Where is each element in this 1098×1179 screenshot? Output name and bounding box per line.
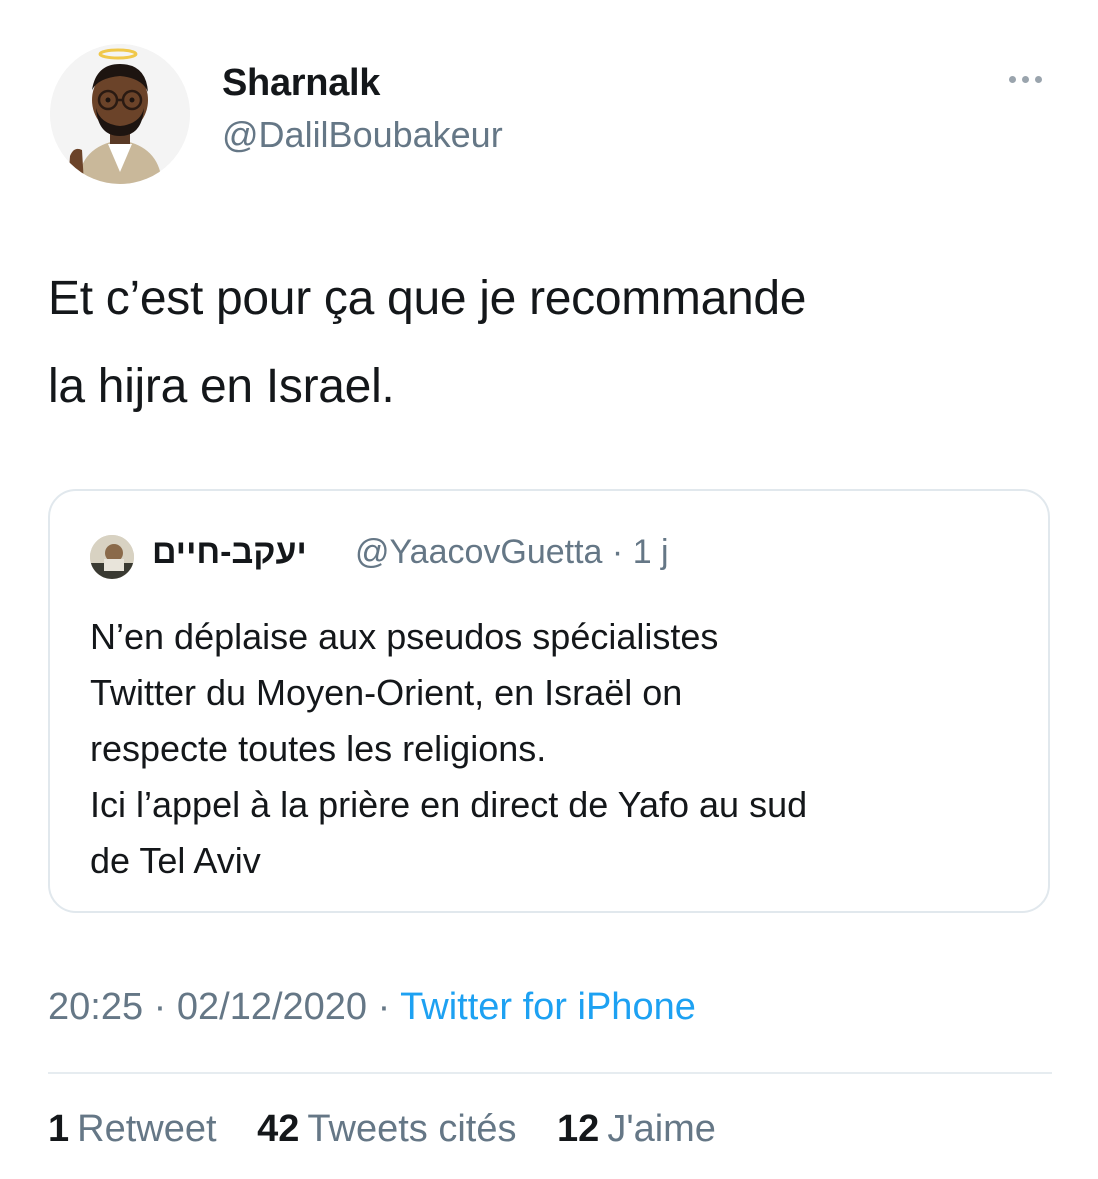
quoted-author-name[interactable]: יעקב-חיים (152, 533, 307, 572)
retweet-count: 1 (48, 1108, 70, 1150)
author-name[interactable]: Sharnalk (222, 62, 380, 105)
meta-separator: · (611, 533, 624, 571)
tweet-stats: 1 Retweet 42 Tweets cités 12 J'aime (48, 1108, 746, 1151)
dot (1008, 75, 1016, 83)
meta-separator: · (153, 986, 167, 1028)
quoted-tweet-text: N’en déplaise aux pseudos spécialistes T… (90, 616, 808, 881)
tweet-text: Et c’est pour ça que je recommande la hi… (48, 272, 807, 413)
retweets-stat[interactable]: 1 Retweet (48, 1108, 217, 1151)
dot (1034, 75, 1042, 83)
tweet-date[interactable]: 02/12/2020 (177, 986, 367, 1028)
quoted-meta: @YaacovGuetta · 1 j (355, 533, 669, 572)
meta-separator: · (377, 986, 391, 1028)
like-count: 12 (557, 1108, 600, 1150)
quoted-tweet-age: 1 j (632, 533, 669, 571)
quoted-tweet[interactable]: יעקב-חיים @YaacovGuetta · 1 j N’en dépla… (48, 489, 1050, 913)
quote-tweet-count: 42 (257, 1108, 300, 1150)
author-avatar[interactable] (50, 44, 190, 184)
tweet-card: Sharnalk @DalilBoubakeur Et c’est pour ç… (0, 0, 1098, 1179)
more-dots-icon[interactable] (996, 64, 1054, 94)
tweet-time[interactable]: 20:25 (48, 986, 143, 1028)
dot (1021, 75, 1029, 83)
tweet-source-link[interactable]: Twitter for iPhone (400, 986, 696, 1028)
divider (48, 1072, 1052, 1074)
quote-tweets-stat[interactable]: 42 Tweets cités (257, 1108, 516, 1151)
quote-tweet-label: Tweets cités (307, 1108, 517, 1150)
quoted-avatar-photo (90, 535, 134, 579)
avatar-illustration (50, 44, 190, 184)
retweet-label: Retweet (77, 1108, 217, 1150)
tweet-timestamp: 20:25 · 02/12/2020 · Twitter for iPhone (48, 986, 696, 1029)
like-label: J'aime (607, 1108, 716, 1150)
likes-stat[interactable]: 12 J'aime (557, 1108, 716, 1151)
quoted-author-handle[interactable]: @YaacovGuetta (355, 533, 602, 571)
quoted-author-avatar[interactable] (90, 535, 134, 579)
author-handle[interactable]: @DalilBoubakeur (222, 114, 503, 156)
